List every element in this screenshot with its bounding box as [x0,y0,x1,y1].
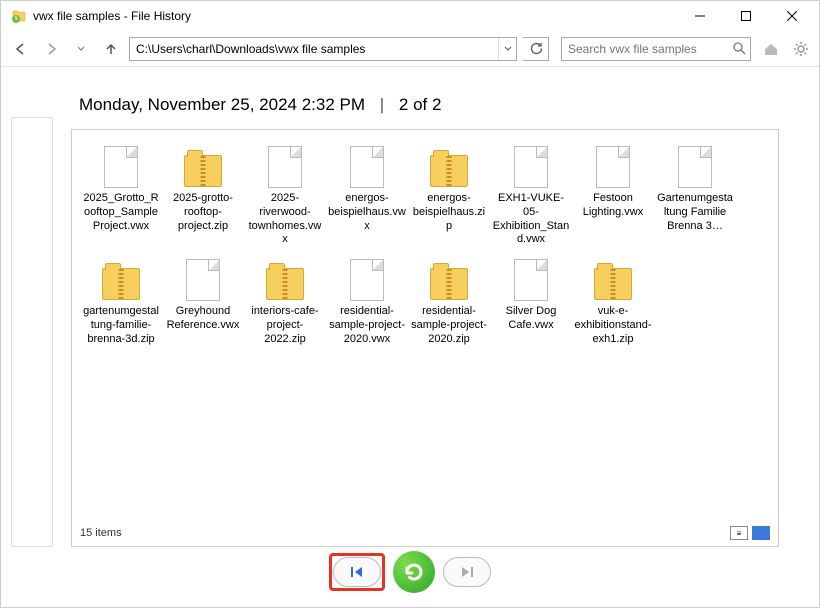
main-area: Monday, November 25, 2024 2:32 PM | 2 of… [71,77,779,547]
window-controls [677,1,815,31]
back-button[interactable] [9,37,33,61]
file-item[interactable]: Festoon Lighting.vwx [572,142,654,255]
item-count: 15 items [80,527,122,539]
document-icon [264,144,306,190]
address-dropdown-icon[interactable] [498,38,516,60]
file-label: residential-sample-project-2020.vwx [328,305,406,346]
zip-folder-icon [182,144,224,190]
document-icon [592,144,634,190]
document-icon [346,144,388,190]
file-label: 2025-riverwood-townhomes.vwx [246,192,324,247]
address-bar[interactable] [129,37,517,61]
home-icon[interactable] [761,39,781,59]
document-icon [674,144,716,190]
refresh-button[interactable] [523,37,549,61]
snapshot-position: 2 of 2 [399,95,442,114]
previous-version-highlight [329,553,385,591]
view-mode-icons: ≡ [730,526,770,540]
file-label: 2025_Grotto_Rooftop_Sample Project.vwx [82,192,160,233]
zip-folder-icon [100,257,142,303]
snapshot-timestamp: Monday, November 25, 2024 2:32 PM [79,95,365,114]
file-item[interactable]: Silver Dog Cafe.vwx [490,255,572,354]
titlebar: vwx file samples - File History [1,1,819,31]
side-stub-box [11,117,53,547]
search-input[interactable] [562,42,729,56]
document-icon [182,257,224,303]
recent-dropdown-icon[interactable] [69,37,93,61]
status-row: 15 items ≡ [80,518,770,540]
previous-version-button[interactable] [333,557,381,587]
file-label: energos-beispielhaus.zip [410,192,488,233]
search-icon[interactable] [729,42,750,55]
file-item[interactable]: energos-beispielhaus.zip [408,142,490,255]
file-label: interiors-cafe-project-2022.zip [246,305,324,346]
forward-button[interactable] [39,37,63,61]
file-item[interactable]: residential-sample-project-2020.vwx [326,255,408,354]
details-view-icon[interactable]: ≡ [730,526,748,540]
gear-icon[interactable] [791,39,811,59]
file-label: Gartenumgestaltung Familie Brenna 3… [656,192,734,233]
window-title: vwx file samples - File History [33,9,677,23]
file-label: Greyhound Reference.vwx [164,305,242,333]
heading-separator: | [380,95,384,114]
document-icon [100,144,142,190]
search-box[interactable] [561,37,751,61]
file-label: energos-beispielhaus.vwx [328,192,406,233]
file-grid: 2025_Grotto_Rooftop_Sample Project.vwx20… [80,142,770,354]
icons-view-icon[interactable] [752,526,770,540]
document-icon [346,257,388,303]
file-item[interactable]: energos-beispielhaus.vwx [326,142,408,255]
file-item[interactable]: Gartenumgestaltung Familie Brenna 3… [654,142,736,255]
app-icon [11,8,27,24]
zip-folder-icon [428,257,470,303]
file-history-window: vwx file samples - File History Mon [0,0,820,608]
minimize-button[interactable] [677,1,723,31]
zip-folder-icon [592,257,634,303]
zip-folder-icon [264,257,306,303]
file-item[interactable]: gartenumgestaltung-familie-brenna-3d.zip [80,255,162,354]
document-icon [510,144,552,190]
next-version-button[interactable] [443,557,491,587]
content-area: Monday, November 25, 2024 2:32 PM | 2 of… [1,67,819,547]
file-item[interactable]: 2025-riverwood-townhomes.vwx [244,142,326,255]
file-label: residential-sample-project-2020.zip [410,305,488,346]
zip-folder-icon [428,144,470,190]
file-item[interactable]: EXH1-VUKE-05-Exhibition_Stand.vwx [490,142,572,255]
file-item[interactable]: 2025-grotto-rooftop-project.zip [162,142,244,255]
file-item[interactable]: 2025_Grotto_Rooftop_Sample Project.vwx [80,142,162,255]
file-label: Festoon Lighting.vwx [574,192,652,220]
toolbar [1,31,819,67]
document-icon [510,257,552,303]
file-item[interactable]: Greyhound Reference.vwx [162,255,244,354]
file-label: gartenumgestaltung-familie-brenna-3d.zip [82,305,160,346]
file-item[interactable]: interiors-cafe-project-2022.zip [244,255,326,354]
side-panel [11,77,71,547]
close-button[interactable] [769,1,815,31]
restore-button[interactable] [393,551,435,593]
file-label: vuk-e-exhibitionstand-exh1.zip [574,305,652,346]
file-label: EXH1-VUKE-05-Exhibition_Stand.vwx [492,192,570,247]
file-label: Silver Dog Cafe.vwx [492,305,570,333]
up-button[interactable] [99,37,123,61]
file-list: 2025_Grotto_Rooftop_Sample Project.vwx20… [71,129,779,547]
maximize-button[interactable] [723,1,769,31]
address-input[interactable] [130,42,498,56]
file-label: 2025-grotto-rooftop-project.zip [164,192,242,233]
heading: Monday, November 25, 2024 2:32 PM | 2 of… [71,77,779,129]
file-item[interactable]: residential-sample-project-2020.zip [408,255,490,354]
history-controls [1,547,819,607]
file-item[interactable]: vuk-e-exhibitionstand-exh1.zip [572,255,654,354]
